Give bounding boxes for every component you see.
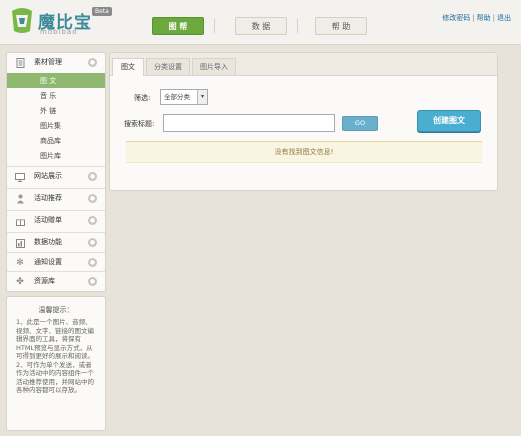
- help-link[interactable]: 帮助: [477, 14, 491, 22]
- person-icon: [15, 194, 25, 204]
- sidebar-item-label: 素材管理: [34, 58, 62, 66]
- top-links: 修改密码 | 帮助 | 退出: [442, 13, 511, 23]
- nav-tab-help[interactable]: 帮 助: [315, 17, 367, 35]
- tab-graphics[interactable]: 图文: [112, 58, 144, 76]
- beta-badge: Beta: [92, 7, 112, 16]
- sidebar-item-data-features[interactable]: 数据功能 ●: [7, 232, 105, 252]
- tab-category-settings[interactable]: 分类设置: [146, 58, 190, 75]
- sidebar-item-label: 通知设置: [34, 258, 62, 266]
- logo[interactable]: 魔比宝 mobibao Beta: [8, 5, 112, 37]
- nav-divider: [214, 19, 215, 33]
- sidebar-item-label: 活动赠单: [34, 216, 62, 224]
- expand-icon[interactable]: ●: [88, 258, 97, 267]
- sub-item-image-library[interactable]: 图片库: [7, 148, 105, 163]
- link-separator: |: [492, 14, 495, 22]
- sidebar-item-label: 资源库: [34, 277, 55, 285]
- search-label: 搜索标题:: [124, 120, 155, 128]
- gear-icon: ✻: [16, 258, 24, 268]
- sub-item-label: 商品库: [40, 137, 61, 145]
- sub-item-links[interactable]: 外 链: [7, 103, 105, 118]
- chart-icon: [15, 238, 25, 248]
- tab-image-import[interactable]: 图片导入: [192, 58, 236, 75]
- expand-icon[interactable]: ●: [88, 277, 97, 286]
- nav-tab-graphics[interactable]: 图 帮: [152, 17, 204, 35]
- sub-item-label: 音 乐: [40, 92, 57, 100]
- filter-label: 筛选:: [134, 94, 151, 102]
- search-title-input[interactable]: [163, 114, 335, 132]
- logo-mark-icon: [12, 8, 32, 33]
- sidebar-item-label: 网站展示: [34, 172, 62, 180]
- chevron-down-icon: ▾: [197, 90, 207, 104]
- monitor-icon: [15, 172, 25, 182]
- sub-item-image-sets[interactable]: 图片集: [7, 118, 105, 133]
- nav-tab-data[interactable]: 数 据: [235, 17, 287, 35]
- logo-subtitle: mobibao: [40, 28, 78, 36]
- document-icon: [15, 58, 25, 68]
- nav-divider: [297, 19, 298, 33]
- category-select[interactable]: 全部分类 ▾: [160, 89, 208, 105]
- expand-icon[interactable]: ●: [88, 194, 97, 203]
- tips-title: 温馨提示：: [38, 306, 74, 314]
- sidebar-item-activity-recommend[interactable]: 活动推荐 ●: [7, 188, 105, 208]
- main-panel: 图文 分类设置 图片导入 筛选: 全部分类 ▾ 搜索标题: GO 创建图文 没有…: [109, 52, 498, 191]
- sub-item-graphics[interactable]: 图 文: [7, 73, 105, 88]
- logout-link[interactable]: 退出: [497, 14, 511, 22]
- tab-bar: 图文 分类设置 图片导入: [110, 53, 497, 76]
- sub-item-music[interactable]: 音 乐: [7, 88, 105, 103]
- sub-item-label: 图片集: [40, 122, 61, 130]
- category-select-value: 全部分类: [164, 93, 190, 101]
- sub-item-label: 图 文: [40, 77, 57, 85]
- sub-item-label: 外 链: [40, 107, 57, 115]
- tips-box: 温馨提示： 1、此是一个图片、音频、视频、文字、链接的图文编辑界面的工具，将保有…: [6, 296, 106, 431]
- gift-icon: [15, 216, 25, 226]
- expand-icon[interactable]: ●: [88, 238, 97, 247]
- link-separator: |: [472, 14, 475, 22]
- sub-item-products[interactable]: 商品库: [7, 133, 105, 148]
- create-graphic-button[interactable]: 创建图文: [417, 110, 481, 132]
- sidebar-item-materials[interactable]: 素材管理 ●: [7, 53, 105, 73]
- empty-message: 没有找到图文信息!: [126, 141, 482, 163]
- expand-icon[interactable]: ●: [88, 58, 97, 67]
- sidebar-item-label: 活动推荐: [34, 194, 62, 202]
- top-header: 魔比宝 mobibao Beta 图 帮 数 据 帮 助 修改密码 | 帮助 | 退出: [0, 0, 521, 45]
- go-button[interactable]: GO: [342, 116, 378, 131]
- expand-icon[interactable]: ●: [88, 172, 97, 181]
- sub-item-label: 图片库: [40, 152, 61, 160]
- sidebar-item-notification-settings[interactable]: ✻ 通知设置 ●: [7, 252, 105, 272]
- sidebar: 素材管理 ● 图 文 音 乐 外 链 图片集 商品库 图片库 网站展示 ● 活动…: [6, 52, 106, 292]
- expand-icon[interactable]: ●: [88, 216, 97, 225]
- sidebar-item-site-display[interactable]: 网站展示 ●: [7, 166, 105, 186]
- puzzle-icon: ✤: [16, 277, 24, 287]
- sidebar-item-label: 数据功能: [34, 238, 62, 246]
- tips-text: 1、此是一个图片、音频、视频、文字、链接的图文编辑界面的工具，将保有HTML预览…: [16, 318, 94, 394]
- sidebar-item-activity-gifts[interactable]: 活动赠单 ●: [7, 210, 105, 230]
- change-password-link[interactable]: 修改密码: [442, 14, 470, 22]
- sidebar-item-resource-library[interactable]: ✤ 资源库 ●: [7, 271, 105, 290]
